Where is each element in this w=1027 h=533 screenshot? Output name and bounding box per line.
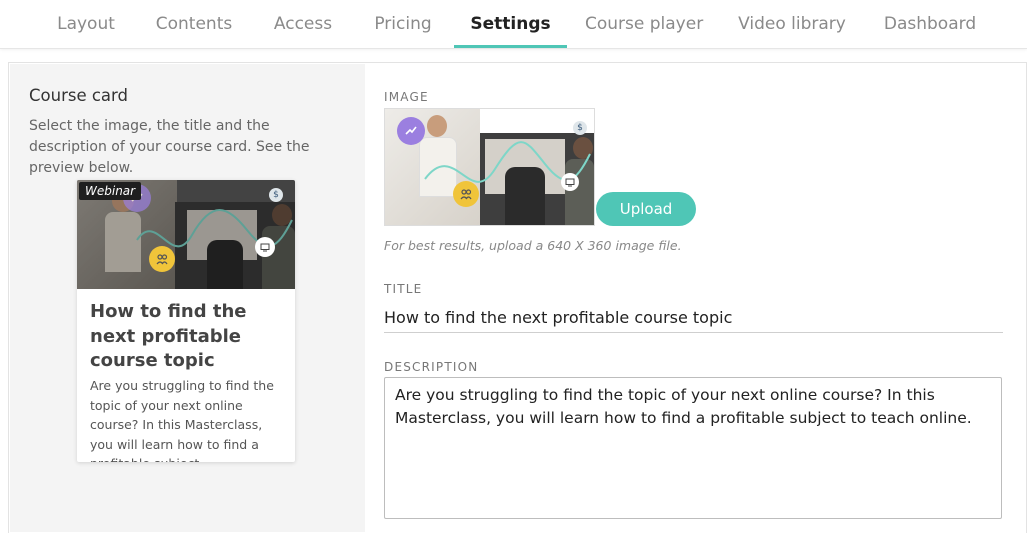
people-icon [149,246,175,272]
card-type-badge: Webinar [79,182,142,200]
screen-icon [561,173,579,191]
upload-button[interactable]: Upload [596,192,696,226]
image-label: IMAGE [384,90,429,104]
title-input[interactable] [384,302,1003,333]
dollar-icon: $ [573,121,587,135]
trend-up-icon [397,117,425,145]
people-icon [453,181,479,207]
image-preview[interactable]: $ [384,108,595,226]
course-card-heading: Course card [29,86,128,105]
course-card-description: Select the image, the title and the desc… [29,118,310,176]
tab-layout[interactable]: Layout [48,0,124,48]
course-card-preview: $ Webinar How to find the next profitabl… [77,180,295,462]
tab-dashboard[interactable]: Dashboard [882,0,978,48]
tab-access[interactable]: Access [268,0,338,48]
card-description: Are you struggling to find the topic of … [90,378,274,462]
screen-icon [255,237,275,257]
tab-settings[interactable]: Settings [454,0,567,48]
tab-course-player[interactable]: Course player [585,0,703,48]
title-label: TITLE [384,282,423,296]
image-size-hint: For best results, upload a 640 X 360 ima… [384,238,682,253]
dollar-icon: $ [269,188,283,202]
top-nav: Layout Contents Access Pricing Settings … [0,0,1027,49]
tab-pricing[interactable]: Pricing [368,0,438,48]
description-textarea[interactable]: Are you struggling to find the topic of … [384,377,1002,519]
card-title: How to find the next profitable course t… [90,301,247,371]
description-label: DESCRIPTION [384,360,479,374]
tab-contents[interactable]: Contents [152,0,236,48]
tab-video-library[interactable]: Video library [737,0,847,48]
